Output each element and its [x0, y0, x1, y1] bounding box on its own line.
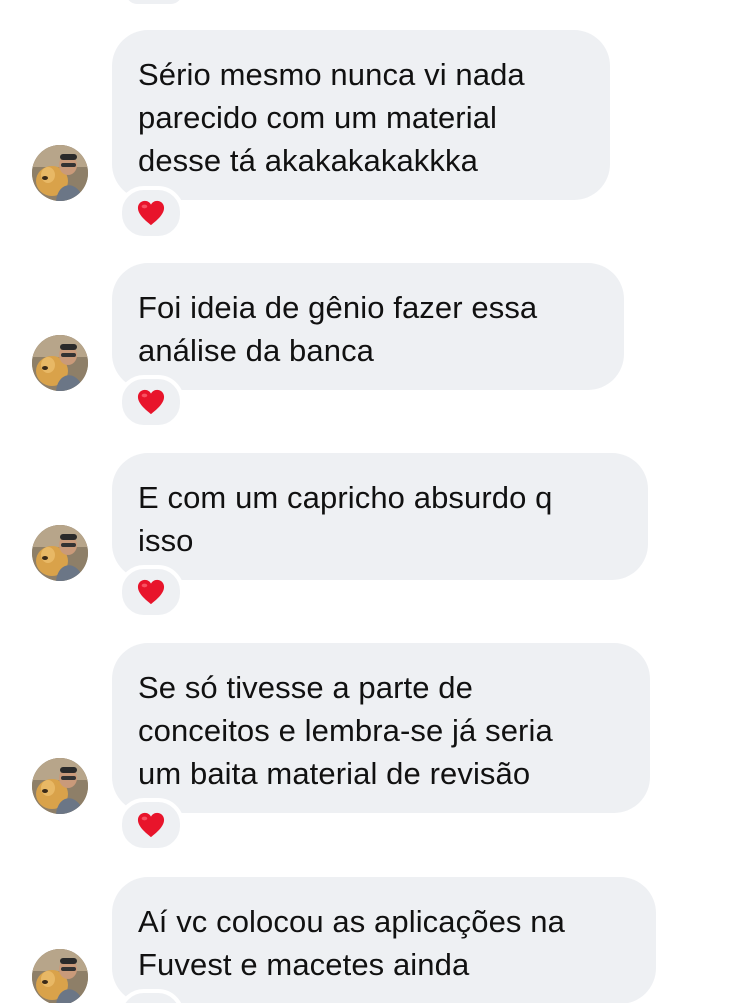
- avatar[interactable]: [32, 758, 88, 814]
- message-text-line: E com um capricho absurdo q: [138, 480, 553, 515]
- message-bubble[interactable]: Sério mesmo nunca vi nada parecido com u…: [112, 30, 610, 200]
- reaction-badge[interactable]: [118, 798, 184, 852]
- avatar[interactable]: [32, 335, 88, 391]
- message-text-line: parecido com um material: [138, 100, 498, 135]
- message-text-line: Sério mesmo nunca vi nada: [138, 57, 525, 92]
- message-text-line: conceitos e lembra-se já seria: [138, 713, 553, 748]
- avatar[interactable]: [32, 145, 88, 201]
- message-bubble[interactable]: Se só tivesse a parte de conceitos e lem…: [112, 643, 650, 813]
- chat-thread: Sério mesmo nunca vi nada parecido com u…: [0, 0, 750, 1003]
- message-text-line: isso: [138, 523, 194, 558]
- reaction-badge[interactable]: [118, 565, 184, 619]
- message-bubble[interactable]: Aí vc colocou as aplicações na Fuvest e …: [112, 877, 656, 1003]
- message-text-line: Foi ideia de gênio fazer essa: [138, 290, 538, 325]
- message-text-line: desse tá akakakakakkka: [138, 143, 478, 178]
- message-bubble[interactable]: E com um capricho absurdo q isso: [112, 453, 648, 580]
- avatar[interactable]: [32, 949, 88, 1003]
- message-text-line: um baita material de revisão: [138, 756, 531, 791]
- message-text-line: Aí vc colocou as aplicações na: [138, 904, 565, 939]
- previous-reaction-pill[interactable]: [122, 0, 186, 8]
- reaction-badge[interactable]: [118, 186, 184, 240]
- reaction-badge[interactable]: [118, 375, 184, 429]
- heart-icon: [137, 579, 165, 605]
- heart-icon: [137, 812, 165, 838]
- message-text-line: Fuvest e macetes ainda: [138, 947, 470, 982]
- heart-icon: [137, 389, 165, 415]
- heart-icon: [137, 200, 165, 226]
- message-text-line: análise da banca: [138, 333, 375, 368]
- avatar[interactable]: [32, 525, 88, 581]
- message-bubble[interactable]: Foi ideia de gênio fazer essa análise da…: [112, 263, 624, 390]
- message-text-line: Se só tivesse a parte de: [138, 670, 473, 705]
